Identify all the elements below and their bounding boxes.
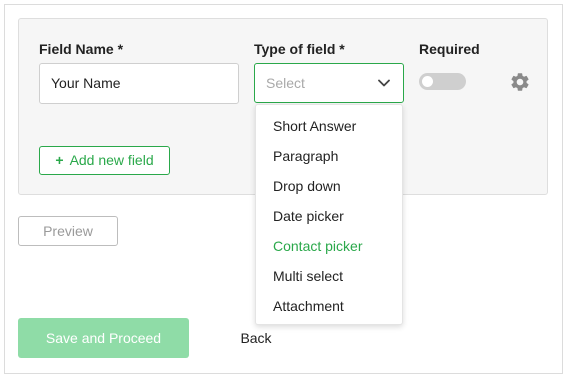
dropdown-option-contact-picker[interactable]: Contact picker — [273, 236, 362, 256]
plus-icon: + — [55, 152, 64, 168]
field-type-dropdown-menu: Short Answer Paragraph Drop down Date pi… — [255, 104, 403, 325]
dropdown-option-paragraph[interactable]: Paragraph — [273, 146, 338, 166]
field-name-label: Field Name * — [39, 41, 124, 57]
dropdown-option-date-picker[interactable]: Date picker — [273, 206, 344, 226]
chevron-down-icon — [378, 79, 390, 87]
dropdown-option-drop-down[interactable]: Drop down — [273, 176, 341, 196]
toggle-knob — [422, 76, 433, 87]
add-new-field-button[interactable]: + Add new field — [39, 146, 170, 175]
field-type-placeholder: Select — [266, 75, 305, 91]
required-label: Required — [419, 41, 480, 57]
preview-button[interactable]: Preview — [18, 216, 118, 246]
field-type-select[interactable]: Select — [254, 63, 404, 103]
add-new-field-label: Add new field — [69, 152, 154, 168]
field-name-value: Your Name — [51, 75, 121, 91]
save-and-proceed-button[interactable]: Save and Proceed — [18, 318, 189, 358]
dropdown-option-multi-select[interactable]: Multi select — [273, 266, 343, 286]
required-toggle[interactable] — [419, 73, 466, 90]
field-name-input[interactable]: Your Name — [39, 63, 239, 104]
gear-icon[interactable] — [509, 71, 531, 93]
type-of-field-label: Type of field * — [254, 41, 345, 57]
dropdown-option-short-answer[interactable]: Short Answer — [273, 116, 356, 136]
dropdown-option-attachment[interactable]: Attachment — [273, 296, 344, 316]
